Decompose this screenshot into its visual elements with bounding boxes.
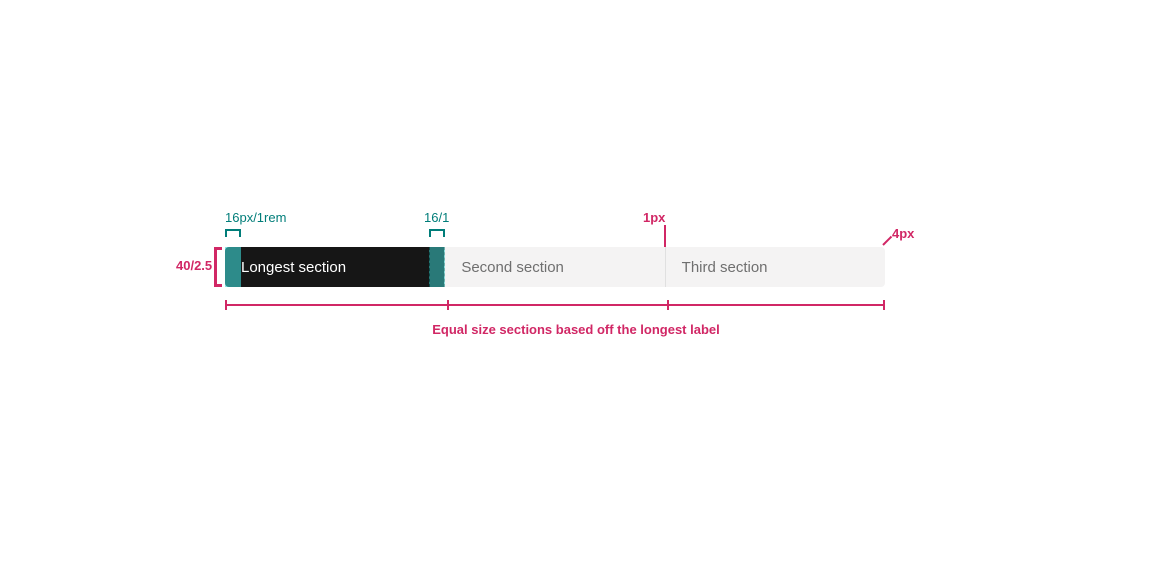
padding-left-bracket [225,229,241,237]
radius-pointer-line [882,236,892,246]
divider-pointer [664,225,666,247]
segment-label: Longest section [241,259,346,276]
padding-left-label: 16px/1rem [225,210,286,225]
padding-fill-right [429,247,445,287]
segment-1[interactable]: Longest section [225,247,444,287]
segment-2[interactable]: Second section [444,247,664,287]
segment-label: Third section [682,259,768,276]
padding-right-label: 16/1 [424,210,449,225]
ruler-tick [667,300,669,310]
segment-label: Second section [461,259,564,276]
corner-radius-label: 4px [892,226,914,241]
equal-sections-ruler [225,300,885,310]
caption-label: Equal size sections based off the longes… [0,322,1152,337]
spec-diagram: 16px/1rem 16/1 1px 4px 40/2.5 Equal size… [0,0,1152,576]
padding-fill-left [225,247,241,287]
ruler-tick [447,300,449,310]
padding-right-bracket [429,229,445,237]
height-bracket [214,247,222,287]
content-switcher: Longest section Second section Third sec… [225,247,885,287]
segment-3[interactable]: Third section [665,247,885,287]
height-label: 40/2.5 [176,258,212,273]
divider-width-label: 1px [643,210,665,225]
